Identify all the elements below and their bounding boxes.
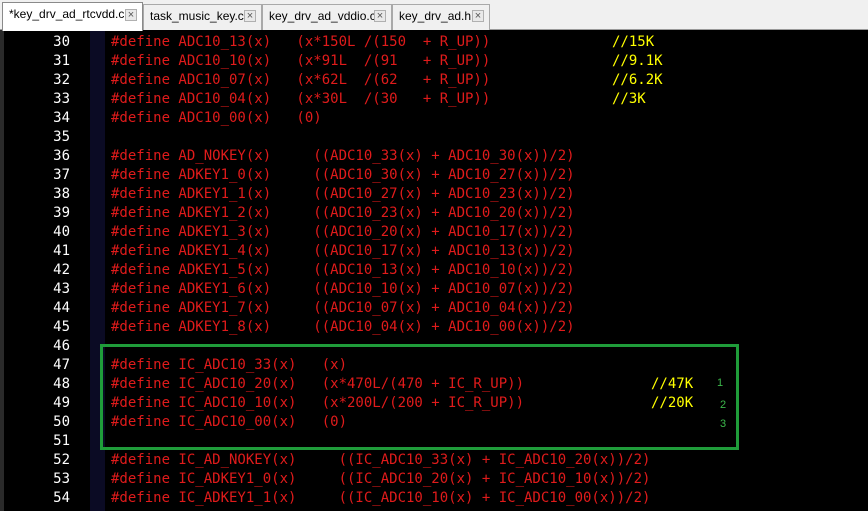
code-line[interactable]: 43 #define ADKEY1_6(x) ((ADC10_10(x) + AD…: [0, 280, 868, 299]
line-number: 44: [53, 300, 70, 316]
code-line[interactable]: 42 #define ADKEY1_5(x) ((ADC10_13(x) + AD…: [0, 261, 868, 280]
line-number: 37: [53, 167, 70, 183]
code-text: #define AD_NOKEY(x) ((ADC10_33(x) + ADC1…: [111, 148, 575, 164]
tab-key-drv-ad-h[interactable]: key_drv_ad.h ×: [392, 4, 490, 30]
code-line[interactable]: 32 #define ADC10_07(x) (x*62L /(62 + R_UP…: [0, 71, 868, 90]
code-text: #define IC_ADKEY1_1(x) ((IC_ADC10_10(x) …: [111, 490, 651, 506]
line-number: 41: [53, 243, 70, 259]
code-text: #define ADKEY1_2(x) ((ADC10_23(x) + ADC1…: [111, 205, 575, 221]
line-number: 31: [53, 53, 70, 69]
line-number: 46: [53, 338, 70, 354]
code-line[interactable]: 33 #define ADC10_04(x) (x*30L /(30 + R_UP…: [0, 90, 868, 109]
line-number: 43: [53, 281, 70, 297]
line-number: 51: [53, 433, 70, 449]
code-text: #define ADKEY1_6(x) ((ADC10_10(x) + ADC1…: [111, 281, 575, 297]
line-number: 36: [53, 148, 70, 164]
line-number: 49: [53, 395, 70, 411]
code-text: #define ADC10_04(x) (x*30L /(30 + R_UP)): [111, 91, 491, 107]
code-line[interactable]: 44 #define ADKEY1_7(x) ((ADC10_07(x) + AD…: [0, 299, 868, 318]
line-number: 54: [53, 490, 70, 506]
annotation-number: 3: [720, 418, 727, 430]
tab-key-drv-ad-rtcvdd[interactable]: *key_drv_ad_rtcvdd.c ×: [2, 2, 143, 31]
line-number: 35: [53, 129, 70, 145]
code-line[interactable]: 39 #define ADKEY1_2(x) ((ADC10_23(x) + AD…: [0, 204, 868, 223]
code-line[interactable]: 36 #define AD_NOKEY(x) ((ADC10_33(x) + AD…: [0, 147, 868, 166]
close-icon[interactable]: ×: [374, 10, 386, 22]
code-text: #define ADC10_07(x) (x*62L /(62 + R_UP)): [111, 72, 491, 88]
tab-label: *key_drv_ad_rtcvdd.c: [9, 7, 125, 21]
line-number: 40: [53, 224, 70, 240]
line-number: 52: [53, 452, 70, 468]
annotation-number: 2: [720, 399, 727, 411]
code-text: #define ADC10_00(x) (0): [111, 110, 322, 126]
line-number: 50: [53, 414, 70, 430]
highlight-box: [100, 344, 739, 450]
code-text: #define ADC10_13(x) (x*150L /(150 + R_UP…: [111, 34, 491, 50]
line-number: 30: [53, 34, 70, 50]
code-line[interactable]: 30 #define ADC10_13(x) (x*150L /(150 + R_…: [0, 33, 868, 52]
code-text: #define ADKEY1_3(x) ((ADC10_20(x) + ADC1…: [111, 224, 575, 240]
line-number: 45: [53, 319, 70, 335]
close-icon[interactable]: ×: [244, 10, 256, 22]
line-number: 33: [53, 91, 70, 107]
code-text: #define IC_ADKEY1_0(x) ((IC_ADC10_20(x) …: [111, 471, 651, 487]
tab-label: task_music_key.c: [150, 9, 244, 23]
close-icon[interactable]: ×: [472, 10, 484, 22]
line-number: 48: [53, 376, 70, 392]
tab-label: key_drv_ad.h: [399, 9, 472, 23]
code-comment: //6.2K: [612, 72, 663, 88]
code-comment: //9.1K: [612, 53, 663, 69]
line-number: 39: [53, 205, 70, 221]
line-number: 47: [53, 357, 70, 373]
code-line[interactable]: 38 #define ADKEY1_1(x) ((ADC10_27(x) + AD…: [0, 185, 868, 204]
tab-label: key_drv_ad_vddio.c: [269, 9, 376, 23]
tab-key-drv-ad-vddio[interactable]: key_drv_ad_vddio.c ×: [262, 4, 392, 30]
code-text: #define ADKEY1_5(x) ((ADC10_13(x) + ADC1…: [111, 262, 575, 278]
code-comment: //15K: [612, 34, 655, 50]
code-line[interactable]: 41 #define ADKEY1_4(x) ((ADC10_17(x) + AD…: [0, 242, 868, 261]
line-number: 53: [53, 471, 70, 487]
code-text: #define ADC10_10(x) (x*91L /(91 + R_UP)): [111, 53, 491, 69]
line-number: 42: [53, 262, 70, 278]
close-icon[interactable]: ×: [125, 9, 137, 21]
code-line[interactable]: 31 #define ADC10_10(x) (x*91L /(91 + R_UP…: [0, 52, 868, 71]
line-number: 34: [53, 110, 70, 126]
code-line[interactable]: 54 #define IC_ADKEY1_1(x) ((IC_ADC10_10(x…: [0, 489, 868, 508]
code-text: #define ADKEY1_0(x) ((ADC10_30(x) + ADC1…: [111, 167, 575, 183]
line-number: 32: [53, 72, 70, 88]
code-line[interactable]: 40 #define ADKEY1_3(x) ((ADC10_20(x) + AD…: [0, 223, 868, 242]
tab-bar: *key_drv_ad_rtcvdd.c × task_music_key.c …: [0, 0, 868, 31]
tab-task-music-key[interactable]: task_music_key.c ×: [143, 4, 262, 30]
code-text: #define ADKEY1_7(x) ((ADC10_07(x) + ADC1…: [111, 300, 575, 316]
line-number: 38: [53, 186, 70, 202]
code-line[interactable]: 52 #define IC_AD_NOKEY(x) ((IC_ADC10_33(x…: [0, 451, 868, 470]
code-line[interactable]: 45 #define ADKEY1_8(x) ((ADC10_04(x) + AD…: [0, 318, 868, 337]
code-text: #define IC_AD_NOKEY(x) ((IC_ADC10_33(x) …: [111, 452, 651, 468]
code-line[interactable]: 35: [0, 128, 868, 147]
code-line[interactable]: 53 #define IC_ADKEY1_0(x) ((IC_ADC10_20(x…: [0, 470, 868, 489]
code-text: #define ADKEY1_4(x) ((ADC10_17(x) + ADC1…: [111, 243, 575, 259]
code-comment: //3K: [612, 91, 646, 107]
code-line[interactable]: 34 #define ADC10_00(x) (0): [0, 109, 868, 128]
code-line[interactable]: 37 #define ADKEY1_0(x) ((ADC10_30(x) + AD…: [0, 166, 868, 185]
annotation-number: 1: [717, 377, 724, 389]
code-editor[interactable]: 30 #define ADC10_13(x) (x*150L /(150 + R_…: [0, 30, 868, 511]
code-text: #define ADKEY1_1(x) ((ADC10_27(x) + ADC1…: [111, 186, 575, 202]
code-text: #define ADKEY1_8(x) ((ADC10_04(x) + ADC1…: [111, 319, 575, 335]
